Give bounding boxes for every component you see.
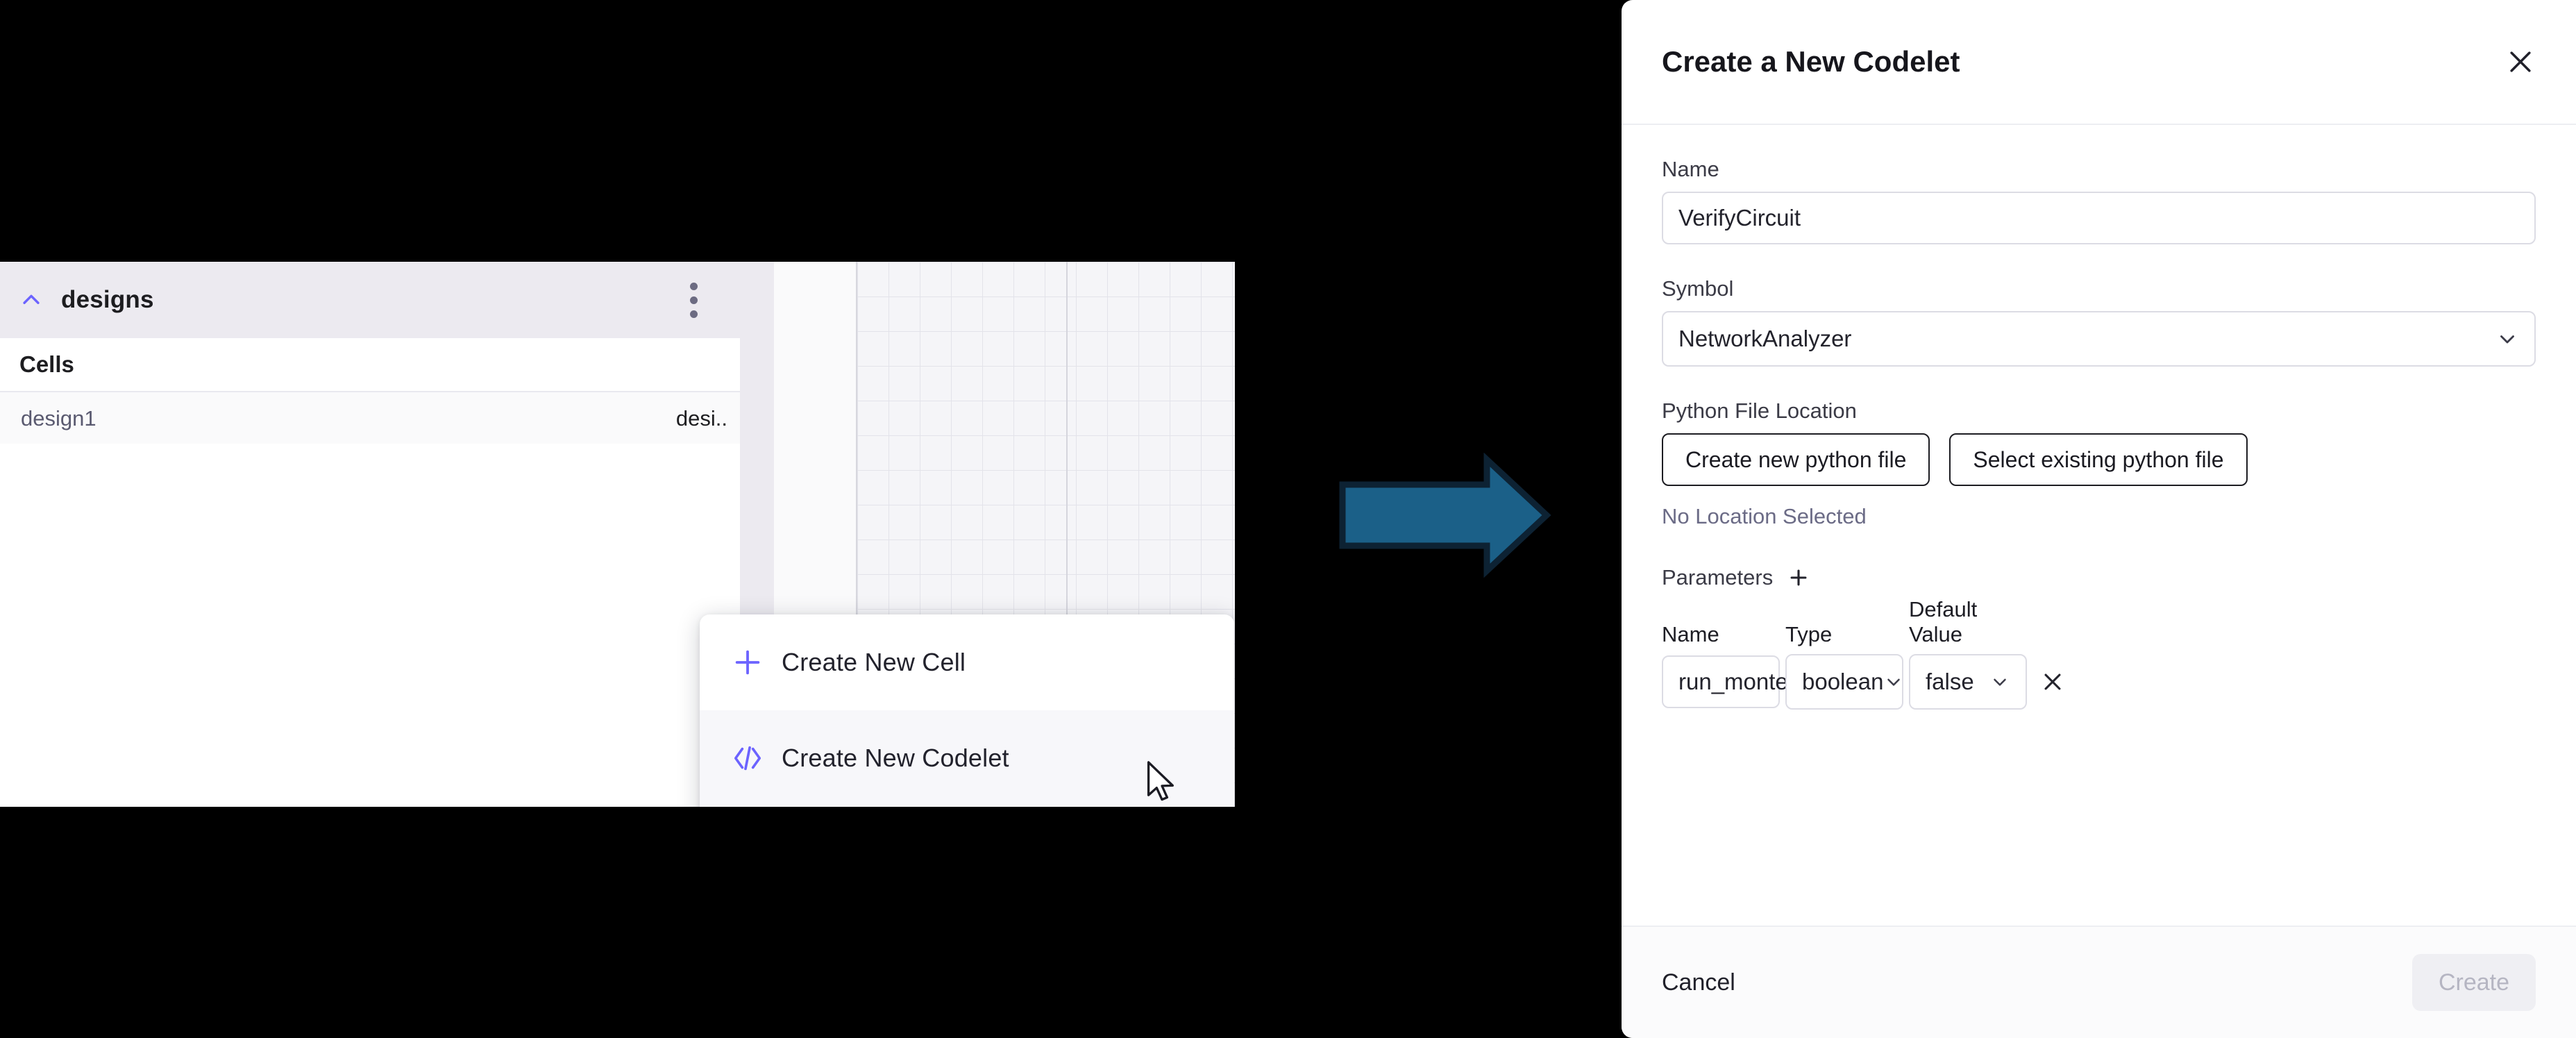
cell-secondary: desi.. [675, 406, 727, 430]
name-input-value: VerifyCircuit [1678, 205, 1801, 231]
cells-section-header: Cells [0, 338, 740, 391]
cell-name: design1 [21, 406, 96, 430]
kebab-dot [689, 310, 698, 318]
symbol-field-label: Symbol [1662, 276, 1734, 301]
chevron-down-icon [1883, 671, 1904, 692]
parameters-col-name: Name [1662, 622, 1719, 646]
parameter-name-input[interactable]: run_monte_carlo [1662, 655, 1851, 708]
remove-parameter-button[interactable] [2032, 670, 2073, 694]
library-name: designs [61, 286, 154, 313]
chevron-down-icon [1989, 671, 2010, 692]
menu-item-label: Create New Cell [782, 648, 966, 676]
right-arrow-icon [1337, 452, 1552, 581]
parameter-default-select[interactable]: false [1909, 654, 2027, 710]
chevron-down-icon [2495, 327, 2519, 351]
symbol-select[interactable]: NetworkAnalyzer [1662, 311, 2536, 367]
plus-icon[interactable] [1787, 566, 1810, 589]
create-button[interactable]: Create [2411, 954, 2536, 1011]
cancel-button[interactable]: Cancel [1662, 969, 1735, 996]
dialog-header: Create a New Codelet [1622, 0, 2576, 125]
dialog-body: Name VerifyCircuit Symbol NetworkAnalyze… [1622, 125, 2576, 926]
kebab-dot [689, 282, 698, 290]
library-panel-capture: designs Cells design1 desi.. Create New … [0, 262, 1235, 807]
menu-item-create-new-cell[interactable]: Create New Cell [700, 614, 1234, 710]
parameters-column-headers: Name Type Default Value [1662, 597, 2536, 647]
parameters-header: Parameters [1662, 565, 2536, 590]
table-row[interactable]: design1 desi.. [0, 392, 740, 446]
more-vertical-icon[interactable] [682, 279, 705, 321]
symbol-select-value: NetworkAnalyzer [1678, 326, 1852, 351]
select-existing-python-file-button[interactable]: Select existing python file [1949, 433, 2248, 486]
python-location-status: No Location Selected [1662, 504, 1867, 528]
library-header-row[interactable]: designs [0, 262, 740, 338]
name-input[interactable]: VerifyCircuit [1662, 192, 2536, 244]
dialog-footer: Cancel Create [1622, 926, 2576, 1038]
close-icon[interactable] [2502, 44, 2539, 80]
cells-table-empty-space [0, 444, 740, 807]
dialog-title: Create a New Codelet [1662, 45, 1960, 78]
parameters-grid: Name Type Default Value run_monte_carlo … [1662, 597, 2536, 710]
cells-title: Cells [19, 351, 74, 377]
parameters-col-type: Type [1785, 622, 1833, 646]
parameters-col-default: Default Value [1909, 597, 1978, 646]
chevron-up-icon[interactable] [19, 288, 43, 312]
parameter-default-value: false [1926, 669, 1974, 694]
parameter-name-cell: run_monte_carlo [1662, 655, 1851, 708]
parameter-default-cell: false [1909, 654, 2032, 710]
menu-item-label: Create New Codelet [782, 744, 1009, 772]
name-field-label: Name [1662, 157, 1719, 181]
python-location-label: Python File Location [1662, 399, 1857, 423]
cells-table: design1 desi.. [0, 391, 740, 446]
create-codelet-dialog: Create a New Codelet Name VerifyCircuit … [1622, 0, 2576, 1038]
parameter-type-value: boolean [1802, 669, 1884, 694]
mouse-cursor [1147, 760, 1179, 807]
plus-icon [719, 646, 776, 678]
create-new-python-file-button[interactable]: Create new python file [1662, 433, 1930, 486]
parameters-label: Parameters [1662, 565, 1774, 589]
parameter-type-select[interactable]: boolean [1785, 654, 1903, 710]
parameter-row: run_monte_carlo boolean false [1662, 654, 2536, 710]
python-location-buttons: Create new python file Select existing p… [1662, 433, 2536, 486]
kebab-dot [689, 296, 698, 304]
code-brackets-icon [719, 742, 776, 774]
parameter-type-cell: boolean [1785, 654, 1909, 710]
